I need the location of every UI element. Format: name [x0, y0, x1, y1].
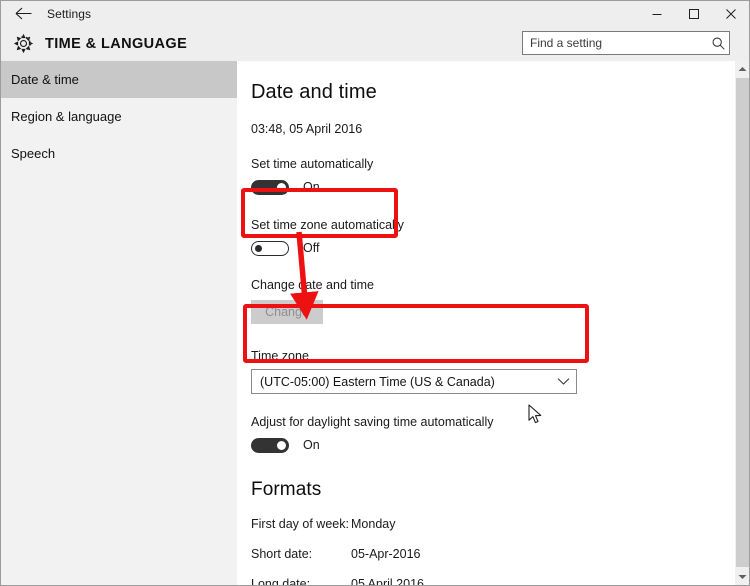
sidebar: Date & time Region & language Speech [1, 61, 237, 585]
set-time-zone-automatically-row: Off [251, 238, 734, 258]
page-title: TIME & LANGUAGE [45, 35, 188, 52]
toggle-knob [277, 440, 286, 450]
window-title: Settings [47, 6, 92, 21]
toggle-knob [277, 182, 286, 192]
window-body: Date & time Region & language Speech Dat… [1, 61, 749, 585]
format-key: Short date: [251, 547, 313, 561]
toggle-knob [255, 244, 262, 252]
gear-icon [1, 33, 45, 54]
back-button[interactable] [1, 1, 45, 26]
format-value: Monday [351, 517, 396, 531]
scroll-down-arrow-icon[interactable] [735, 569, 749, 585]
time-zone-select[interactable]: (UTC-05:00) Eastern Time (US & Canada) [251, 369, 577, 394]
change-button-label: Change [265, 305, 309, 319]
content-area: Date and time 03:48, 05 April 2016 Set t… [237, 61, 749, 585]
format-row-long-date: Long date: 05 April 2016 [251, 573, 734, 585]
screenshot-root: Settings TIME & LANGUAGE Find a setting … [0, 0, 750, 586]
daylight-saving-row: On [251, 435, 734, 455]
maximize-button[interactable] [675, 1, 712, 26]
set-time-automatically-label: Set time automatically [251, 157, 374, 171]
scrollbar-thumb[interactable] [736, 78, 749, 567]
settings-header: TIME & LANGUAGE [1, 26, 749, 61]
search-icon[interactable] [707, 36, 729, 51]
section-heading-formats: Formats [251, 479, 322, 500]
current-datetime: 03:48, 05 April 2016 [251, 122, 363, 136]
close-button[interactable] [712, 1, 749, 26]
settings-window: Settings TIME & LANGUAGE Find a setting … [0, 0, 750, 586]
scroll-up-arrow-icon[interactable] [735, 61, 749, 77]
search-box[interactable] [522, 31, 730, 55]
content-scrollbar[interactable] [734, 61, 749, 585]
set-time-automatically-row: On [251, 177, 734, 197]
maximize-icon [688, 8, 700, 20]
format-row-first-day-of-week: First day of week: Monday [251, 513, 734, 535]
back-arrow-icon [15, 7, 32, 20]
set-time-automatically-state: On [303, 180, 320, 194]
format-key: First day of week: [251, 517, 349, 531]
chevron-down-icon[interactable] [550, 377, 576, 386]
format-row-short-date: Short date: 05-Apr-2016 [251, 543, 734, 565]
change-button: Change [251, 300, 323, 324]
time-zone-value: (UTC-05:00) Eastern Time (US & Canada) [260, 374, 495, 389]
daylight-saving-toggle[interactable] [251, 437, 289, 453]
minimize-icon [651, 8, 663, 20]
format-key: Long date: [251, 577, 311, 585]
title-bar: Settings [1, 1, 749, 26]
sidebar-item-region-language[interactable]: Region & language [1, 98, 237, 135]
window-controls [638, 1, 749, 26]
daylight-saving-label: Adjust for daylight saving time automati… [251, 415, 494, 429]
search-input[interactable] [523, 32, 707, 54]
formats-list: First day of week: Monday Short date: 05… [251, 513, 734, 585]
sidebar-item-label: Region & language [11, 109, 122, 124]
sidebar-item-speech[interactable]: Speech [1, 135, 237, 172]
daylight-saving-state: On [303, 438, 320, 452]
section-heading-date-and-time: Date and time [251, 81, 377, 103]
settings-content: Date and time 03:48, 05 April 2016 Set t… [237, 61, 734, 585]
format-value: 05 April 2016 [351, 577, 424, 585]
sidebar-item-label: Speech [11, 146, 56, 161]
set-time-zone-automatically-label: Set time zone automatically [251, 218, 404, 232]
set-time-zone-automatically-state: Off [303, 241, 320, 255]
close-icon [725, 8, 737, 20]
change-date-and-time-label: Change date and time [251, 278, 375, 292]
format-value: 05-Apr-2016 [351, 547, 421, 561]
time-zone-label: Time zone [251, 349, 309, 363]
sidebar-item-label: Date & time [11, 72, 79, 87]
minimize-button[interactable] [638, 1, 675, 26]
sidebar-item-date-time[interactable]: Date & time [1, 61, 237, 98]
set-time-automatically-toggle[interactable] [251, 179, 289, 195]
set-time-zone-automatically-toggle[interactable] [251, 240, 289, 256]
